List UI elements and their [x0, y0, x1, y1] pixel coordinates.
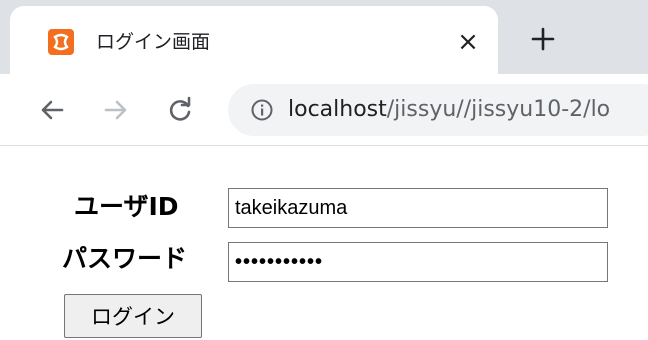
tab-title: ログイン画面 — [96, 31, 211, 53]
new-tab-icon[interactable] — [524, 20, 562, 58]
userid-label: ユーザID — [74, 192, 179, 221]
reload-icon[interactable] — [162, 92, 198, 128]
active-tab[interactable]: ログイン画面 × — [10, 6, 498, 74]
tab-strip: ログイン画面 × — [0, 0, 648, 74]
browser-toolbar: localhost/jissyu//jissyu10-2/lo — [0, 74, 648, 146]
info-icon[interactable] — [250, 98, 274, 122]
password-input[interactable]: ••••••••••• — [228, 242, 608, 282]
address-bar[interactable]: localhost/jissyu//jissyu10-2/lo — [228, 84, 648, 136]
browser-window: ログイン画面 × localhost/jissyu//jissyu10-2/lo… — [0, 0, 648, 340]
url-host: localhost — [288, 97, 387, 122]
forward-arrow-icon[interactable] — [98, 92, 134, 128]
login-button[interactable]: ログイン — [64, 294, 202, 338]
back-arrow-icon[interactable] — [34, 92, 70, 128]
close-tab-icon[interactable]: × — [450, 24, 486, 60]
xampp-icon — [48, 29, 74, 55]
url-text: localhost/jissyu//jissyu10-2/lo — [288, 94, 610, 126]
url-path: /jissyu//jissyu10-2/lo — [386, 97, 611, 122]
page-content: ユーザID takeikazuma パスワード ••••••••••• ログイン — [0, 147, 648, 340]
userid-input[interactable]: takeikazuma — [228, 188, 608, 228]
password-label: パスワード — [62, 244, 188, 273]
